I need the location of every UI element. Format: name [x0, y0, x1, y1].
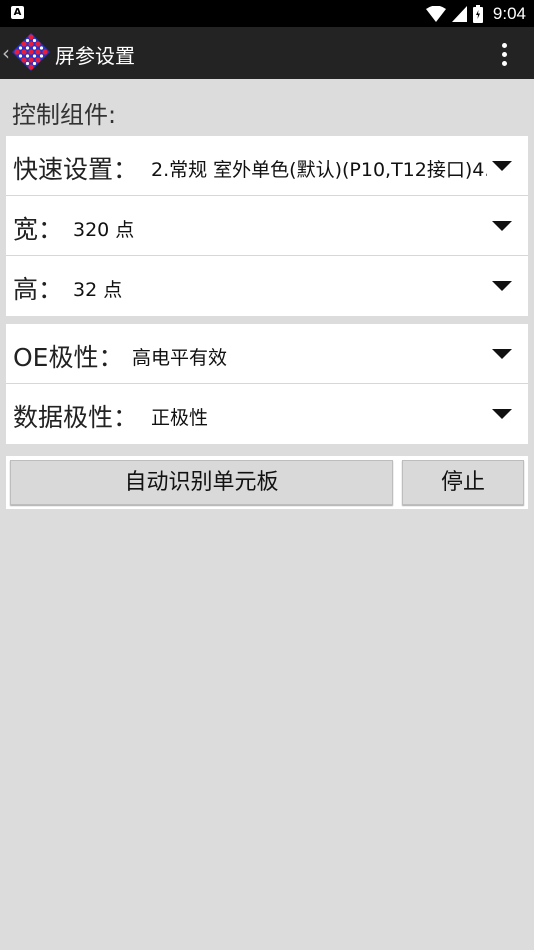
overflow-dot: [501, 60, 507, 66]
notification-icon: A: [11, 6, 24, 19]
app-logo[interactable]: [12, 33, 50, 71]
action-button-strip: 自动识别单元板 停止: [6, 456, 528, 509]
oe-polarity-row[interactable]: OE极性： 高电平有效: [6, 324, 528, 384]
data-polarity-value: 正极性: [151, 407, 209, 429]
overflow-dot: [501, 51, 507, 57]
status-icons: 9:04: [425, 4, 526, 24]
width-value: 320 点: [73, 219, 135, 241]
height-value: 32 点: [73, 279, 123, 301]
battery-icon: [472, 5, 483, 23]
dropdown-arrow-icon[interactable]: [492, 221, 512, 231]
quick-setup-row[interactable]: 快速设置： 2.常规 室外单色(默认)(P10,T12接口)4...: [6, 136, 528, 196]
stop-button[interactable]: 停止: [402, 460, 524, 505]
width-label: 宽：: [13, 215, 64, 244]
signal-icon: [451, 6, 467, 22]
quick-setup-label: 快速设置：: [13, 155, 139, 184]
dropdown-arrow-icon[interactable]: [492, 409, 512, 419]
section-title: 控制组件:: [12, 101, 117, 129]
app-title: 屏参设置: [55, 44, 135, 68]
width-row[interactable]: 宽： 320 点: [6, 196, 528, 256]
oe-polarity-value: 高电平有效: [132, 347, 228, 369]
settings-card-polarity: OE极性： 高电平有效 数据极性： 正极性: [6, 324, 528, 444]
settings-card-size: 快速设置： 2.常规 室外单色(默认)(P10,T12接口)4... 宽： 32…: [6, 136, 528, 316]
overflow-dot: [501, 42, 507, 48]
status-bar: A 9:04: [0, 0, 534, 27]
quick-setup-value: 2.常规 室外单色(默认)(P10,T12接口)4...: [151, 159, 487, 181]
auto-detect-button[interactable]: 自动识别单元板: [10, 460, 393, 505]
height-label: 高：: [13, 275, 64, 304]
data-polarity-row[interactable]: 数据极性： 正极性: [6, 384, 528, 444]
height-row[interactable]: 高： 32 点: [6, 256, 528, 316]
app-bar: ‹ 屏参设置: [0, 27, 534, 79]
wifi-icon: [425, 6, 446, 22]
dropdown-arrow-icon[interactable]: [492, 281, 512, 291]
oe-polarity-label: OE极性：: [13, 343, 124, 372]
overflow-menu-icon[interactable]: [494, 39, 514, 69]
clock: 9:04: [492, 4, 526, 23]
dropdown-arrow-icon[interactable]: [492, 161, 512, 171]
back-chevron-icon[interactable]: ‹: [2, 41, 10, 65]
dropdown-arrow-icon[interactable]: [492, 349, 512, 359]
data-polarity-label: 数据极性：: [13, 403, 139, 432]
